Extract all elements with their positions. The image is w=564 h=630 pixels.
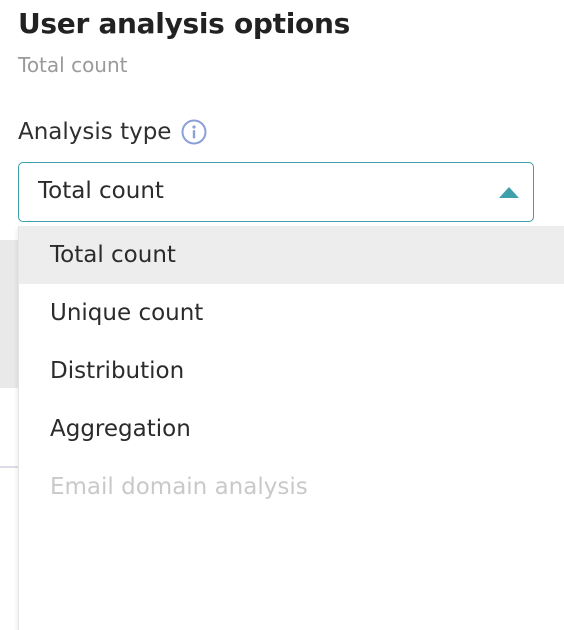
background-divider xyxy=(0,466,18,468)
option-email-domain-analysis: Email domain analysis xyxy=(50,474,308,500)
option-total-count[interactable]: Total count xyxy=(19,226,564,284)
analysis-options-panel: User analysis options Total count Analys… xyxy=(0,0,564,630)
option-distribution[interactable]: Distribution xyxy=(19,342,564,400)
caret-up-icon[interactable] xyxy=(499,187,519,198)
analysis-type-label: Analysis type xyxy=(18,119,172,145)
option-aggregation[interactable]: Aggregation xyxy=(19,400,564,458)
page-subtitle: Total count xyxy=(18,53,128,77)
option-unique-count[interactable]: Unique count xyxy=(19,284,564,342)
info-circle-icon[interactable] xyxy=(181,119,207,145)
analysis-type-dropdown: Total count Unique count Distribution Ag… xyxy=(18,226,564,630)
analysis-type-label-row: Analysis type xyxy=(18,119,207,145)
analysis-type-select[interactable]: Total count xyxy=(18,162,534,222)
background-panel xyxy=(0,240,18,388)
page-title: User analysis options xyxy=(18,7,350,40)
selected-value: Total count xyxy=(38,178,164,204)
